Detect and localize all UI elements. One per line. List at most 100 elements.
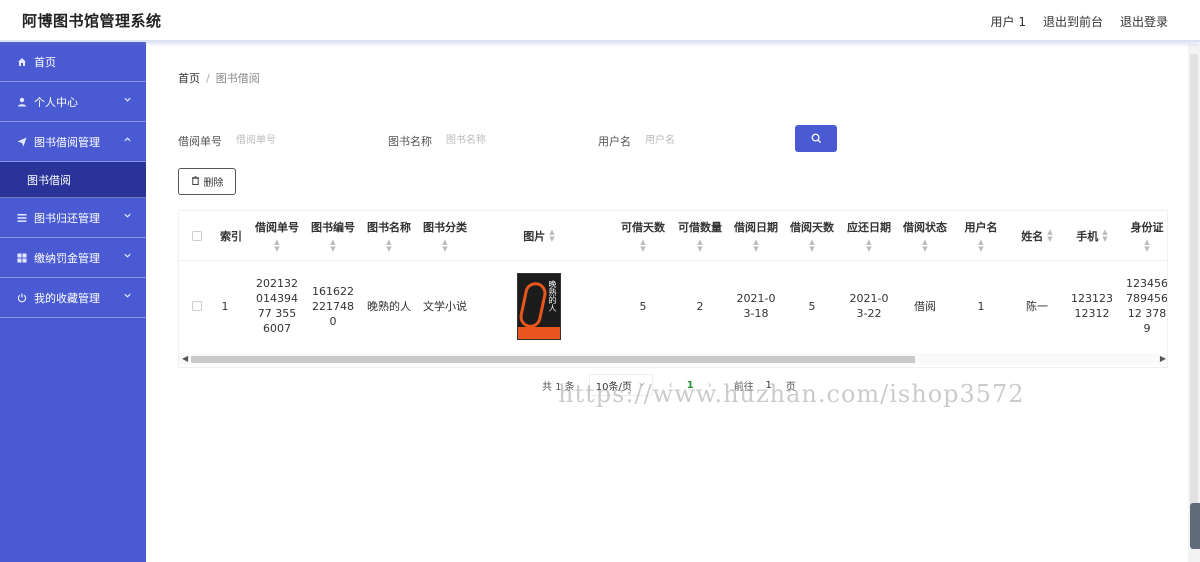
sidebar-item-borrow-management[interactable]: 图书借阅管理	[0, 122, 146, 162]
borrow-table: 索引 借阅单号 ▲ ▼ 图书编号 ▲ ▼ 图书名称 ▲ ▼ 图书分类 ▲ ▼ 图片 ▲ ▼ 可借天数…	[178, 210, 1168, 368]
page-vertical-scrollbar[interactable]	[1188, 44, 1200, 562]
search-form: 借阅单号 图书名称 用户名	[178, 126, 878, 156]
sort-icon[interactable]: ▲ ▼	[386, 239, 391, 253]
app-title: 阿博图书馆管理系统	[22, 12, 162, 30]
sort-icon[interactable]: ▲ ▼	[809, 239, 814, 253]
scroll-left-icon[interactable]: ◀	[182, 353, 188, 365]
sort-icon[interactable]: ▲ ▼	[1102, 229, 1107, 243]
column-header-book-name[interactable]: 图书名称 ▲ ▼	[363, 211, 415, 261]
row-checkbox[interactable]	[192, 301, 202, 311]
sort-icon[interactable]: ▲ ▼	[978, 239, 983, 253]
cell-book-no: 1616222217480	[312, 284, 354, 328]
current-user-link[interactable]: 用户 1	[991, 13, 1026, 30]
username-input[interactable]	[645, 128, 775, 152]
scroll-right-icon[interactable]: ▶	[1160, 353, 1166, 365]
delete-button[interactable]: 删除	[178, 168, 236, 195]
sort-icon[interactable]: ▲ ▼	[922, 239, 927, 253]
sort-icon[interactable]: ▲ ▼	[753, 239, 758, 253]
breadcrumb-separator: /	[206, 72, 210, 85]
borrow-no-label: 借阅单号	[178, 135, 222, 148]
column-header-id-card[interactable]: 身份证 ▲ ▼	[1119, 211, 1167, 261]
select-all-column	[187, 211, 207, 261]
column-header-category[interactable]: 图书分类 ▲ ▼	[419, 211, 471, 261]
logout-link[interactable]: 退出登录	[1120, 13, 1168, 30]
column-header-image[interactable]: 图片 ▲ ▼	[479, 211, 599, 261]
sidebar-item-label: 我的收藏管理	[34, 291, 100, 305]
column-header-borrow-no[interactable]: 借阅单号 ▲ ▼	[251, 211, 303, 261]
cell-book-name: 晚熟的人	[367, 299, 411, 313]
chevron-up-icon	[123, 135, 132, 147]
sidebar-item-return-management[interactable]: 图书归还管理	[0, 198, 146, 238]
sidebar-item-label: 个人中心	[34, 95, 78, 109]
column-header-phone[interactable]: 手机 ▲ ▼	[1065, 211, 1119, 261]
book-name-input[interactable]	[446, 128, 576, 152]
cell-id-card: 12345678945612 3789	[1126, 277, 1168, 335]
breadcrumb-current: 图书借阅	[215, 72, 260, 85]
chevron-down-icon	[123, 211, 132, 223]
cover-swirl	[518, 279, 549, 330]
column-header-status[interactable]: 借阅状态 ▲ ▼	[897, 211, 953, 261]
watermark-text: https://www.huzhan.com/ishop3572	[558, 380, 1025, 408]
cover-band	[518, 326, 560, 339]
main-content: 首页 / 图书借阅 借阅单号 图书名称 用户名 删除 索引 借阅单号▲▼ 图书编号▲…	[146, 44, 1200, 562]
back-to-frontend-link[interactable]: 退出到前台	[1043, 13, 1103, 30]
chevron-down-icon	[123, 95, 132, 107]
column-header-due-date[interactable]: 应还日期 ▲ ▼	[841, 211, 897, 261]
cell-borrow-limit-days: 5	[639, 299, 647, 313]
username-label: 用户名	[598, 135, 631, 148]
header-links: 用户 1 退出到前台 退出登录	[991, 13, 1168, 30]
sort-icon[interactable]: ▲ ▼	[640, 239, 645, 253]
paper-plane-icon	[16, 136, 28, 148]
chevron-down-icon	[123, 251, 132, 263]
breadcrumb-home[interactable]: 首页	[178, 72, 200, 85]
cell-username: 1	[977, 299, 985, 313]
column-header-borrow-days[interactable]: 借阅天数 ▲ ▼	[785, 211, 839, 261]
column-header-borrow-limit-days[interactable]: 可借天数 ▲ ▼	[613, 211, 673, 261]
sidebar-subitem-book-borrow[interactable]: 图书借阅	[0, 162, 146, 198]
table-horizontal-scrollbar[interactable]: ◀ ▶	[179, 353, 1167, 365]
column-header-book-no[interactable]: 图书编号 ▲ ▼	[307, 211, 359, 261]
sort-icon[interactable]: ▲ ▼	[697, 239, 702, 253]
cover-title: 晚熟的人	[548, 279, 557, 312]
sidebar-item-favorites-management[interactable]: 我的收藏管理	[0, 278, 146, 318]
search-button[interactable]	[795, 125, 837, 152]
delete-button-label: 删除	[203, 178, 224, 189]
scrollbar-thumb[interactable]	[191, 356, 915, 363]
sort-icon[interactable]: ▲ ▼	[442, 239, 447, 253]
sort-icon[interactable]: ▲ ▼	[549, 229, 554, 243]
book-cover-image[interactable]: 晚熟的人	[517, 272, 561, 340]
search-icon	[811, 129, 822, 148]
row-select-cell	[187, 261, 207, 351]
sidebar-item-personal-center[interactable]: 个人中心	[0, 82, 146, 122]
borrow-no-input[interactable]	[236, 128, 366, 152]
column-header-borrow-qty[interactable]: 可借数量 ▲ ▼	[673, 211, 727, 261]
column-header-name[interactable]: 姓名 ▲ ▼	[1009, 211, 1065, 261]
home-icon	[16, 56, 28, 68]
sidebar-item-fine-management[interactable]: 缴纳罚金管理	[0, 238, 146, 278]
select-all-checkbox[interactable]	[192, 231, 202, 241]
cell-borrow-date: 2021-03-18	[736, 292, 776, 320]
sidebar-item-home[interactable]: 首页	[0, 42, 146, 82]
cell-due-date: 2021-03-22	[849, 292, 889, 320]
breadcrumb: 首页 / 图书借阅	[178, 70, 260, 86]
sidebar-item-label: 首页	[34, 55, 56, 69]
vertical-scrollbar-thumb[interactable]	[1190, 54, 1198, 514]
table-row[interactable]: 1 20213201439477 3556007 1616222217480 晚…	[179, 261, 1168, 351]
sort-icon[interactable]: ▲ ▼	[330, 239, 335, 253]
cell-image: 晚熟的人	[479, 261, 599, 351]
sidebar-item-label: 图书借阅管理	[34, 135, 100, 149]
sort-icon[interactable]: ▲ ▼	[1047, 229, 1052, 243]
sidebar: 首页 个人中心 图书借阅管理 图书借阅 图书归还管理 缴纳罚金管理 我的收藏管理	[0, 42, 146, 562]
table-header: 索引 借阅单号 ▲ ▼ 图书编号 ▲ ▼ 图书名称 ▲ ▼ 图书分类 ▲ ▼ 图片 ▲ ▼ 可借天数…	[179, 211, 1167, 261]
side-float-widget[interactable]	[1190, 503, 1200, 549]
grid-icon	[16, 252, 28, 264]
chevron-down-icon	[123, 291, 132, 303]
sort-icon[interactable]: ▲ ▼	[866, 239, 871, 253]
trash-icon	[191, 175, 200, 188]
column-header-borrow-date[interactable]: 借阅日期 ▲ ▼	[729, 211, 783, 261]
sort-icon[interactable]: ▲ ▼	[1144, 239, 1149, 253]
power-icon	[16, 292, 28, 304]
sort-icon[interactable]: ▲ ▼	[274, 239, 279, 253]
column-header-username[interactable]: 用户名 ▲ ▼	[955, 211, 1007, 261]
sidebar-item-label: 图书归还管理	[34, 211, 100, 225]
